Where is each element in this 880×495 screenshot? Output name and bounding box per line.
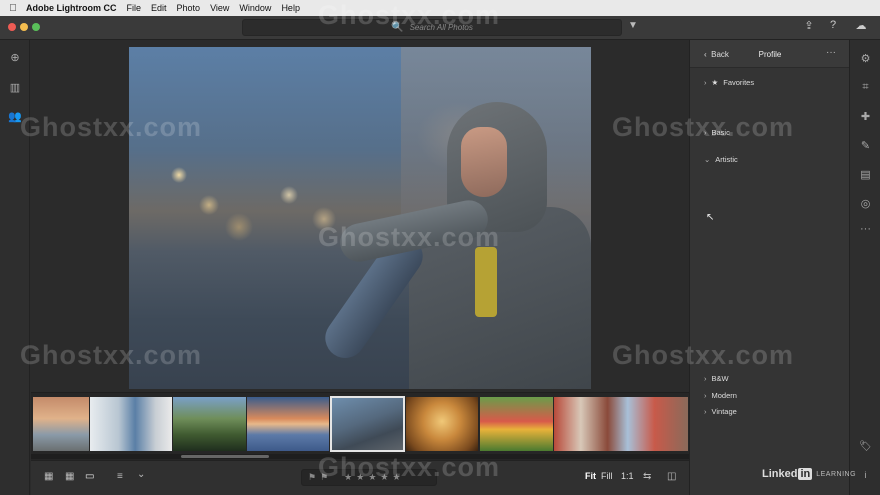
chevron-right-icon: › bbox=[704, 78, 707, 87]
sort-icon[interactable]: ≡ bbox=[117, 471, 123, 482]
tag-icon[interactable]: 🏷 bbox=[850, 441, 880, 452]
square-grid-icon[interactable]: ▦ bbox=[44, 471, 53, 482]
mouse-cursor-icon: ↖ bbox=[706, 212, 715, 223]
zoom-window-button[interactable] bbox=[32, 23, 40, 31]
library-icon[interactable]: ▥ bbox=[0, 81, 30, 94]
people-icon[interactable]: 👥 bbox=[0, 110, 30, 123]
compare-icon[interactable]: ⇆ bbox=[643, 471, 651, 482]
rating-flag-bar: ⚑ ⚑ ★ ★ ★ ★ ★ bbox=[301, 469, 437, 486]
filter-icon[interactable]: ▼ bbox=[628, 20, 638, 31]
star-rating-2[interactable]: ★ bbox=[356, 472, 364, 483]
flag-reject-icon[interactable]: ⚑ bbox=[320, 472, 328, 483]
star-rating-1[interactable]: ★ bbox=[344, 472, 352, 483]
profile-group-vintage[interactable]: › Vintage bbox=[704, 407, 737, 416]
chevron-right-icon: › bbox=[704, 407, 707, 416]
more-tools-icon[interactable]: ··· bbox=[850, 223, 880, 235]
profile-group-label: B&W bbox=[711, 374, 729, 383]
menu-window[interactable]: Window bbox=[239, 3, 271, 13]
photo-grid-icon[interactable]: ▦ bbox=[65, 471, 74, 482]
edit-sliders-icon[interactable]: ⚙ bbox=[850, 52, 880, 65]
search-placeholder: Search All Photos bbox=[409, 23, 473, 32]
chevron-right-icon: › bbox=[704, 128, 707, 137]
menu-file[interactable]: File bbox=[127, 3, 142, 13]
filmstrip-thumb[interactable] bbox=[554, 397, 688, 451]
star-icon: ★ bbox=[711, 78, 719, 87]
app-name-menu[interactable]: Adobe Lightroom CC bbox=[26, 3, 117, 13]
right-tool-rail: ⚙ ⌗ ✚ ✎ ▤ ◎ ··· 🏷 i bbox=[849, 40, 880, 495]
profile-group-label: Vintage bbox=[711, 407, 737, 416]
photo-person-face bbox=[461, 127, 507, 197]
filmstrip-thumb[interactable] bbox=[33, 397, 89, 451]
zoom-fill-button[interactable]: Fill bbox=[601, 471, 613, 481]
star-rating-5[interactable]: ★ bbox=[392, 472, 400, 483]
crop-icon[interactable]: ⌗ bbox=[850, 81, 880, 94]
flag-pick-icon[interactable]: ⚑ bbox=[308, 472, 316, 483]
brush-icon[interactable]: ✎ bbox=[850, 139, 880, 152]
before-after-icon[interactable]: ◫ bbox=[667, 471, 676, 482]
filmstrip bbox=[31, 392, 689, 460]
search-icon: 🔍 bbox=[391, 22, 404, 33]
zoom-1to1-button[interactable]: 1:1 bbox=[621, 471, 634, 481]
filmstrip-thumb[interactable] bbox=[247, 397, 329, 451]
profile-panel: ‹ Back Profile ··· › ★ Favorites › Basic… bbox=[689, 40, 850, 495]
profile-group-bw[interactable]: › B&W bbox=[704, 374, 729, 383]
macos-menubar:  Adobe Lightroom CC File Edit Photo Vie… bbox=[0, 0, 880, 16]
zoom-fit-button[interactable]: Fit bbox=[585, 471, 596, 481]
chevron-down-icon: ⌄ bbox=[704, 155, 711, 164]
linkedin-text: Linked bbox=[762, 468, 798, 480]
help-icon[interactable]: ? bbox=[825, 19, 841, 31]
main-photo[interactable] bbox=[129, 47, 591, 389]
detail-view-icon[interactable]: ▭ bbox=[85, 471, 94, 482]
profile-group-label: Modern bbox=[711, 391, 737, 400]
cloud-sync-icon[interactable]: ☁ bbox=[853, 19, 869, 32]
photo-person-scarf bbox=[475, 247, 497, 317]
filmstrip-thumb[interactable] bbox=[480, 397, 553, 451]
profile-group-favorites[interactable]: › ★ Favorites bbox=[704, 78, 754, 87]
profile-panel-header: ‹ Back Profile ··· bbox=[690, 40, 850, 68]
filmstrip-scrollbar[interactable] bbox=[31, 454, 689, 459]
star-rating-4[interactable]: ★ bbox=[380, 472, 388, 483]
chevron-right-icon: › bbox=[704, 374, 707, 383]
left-rail: ⊕ ▥ 👥 bbox=[0, 40, 30, 495]
search-input[interactable]: 🔍 Search All Photos bbox=[242, 19, 622, 36]
linkedin-learning-logo: Linked in LEARNING bbox=[762, 468, 856, 480]
filmstrip-thumb[interactable] bbox=[173, 397, 246, 451]
bottom-toolbar: ▦ ▦ ▭ ≡ ⌄ ⚑ ⚑ ★ ★ ★ ★ ★ Fit Fill 1:1 ⇆ ◫ bbox=[31, 460, 689, 495]
menu-help[interactable]: Help bbox=[281, 3, 300, 13]
learning-text: LEARNING bbox=[816, 470, 857, 478]
profile-group-label: Favorites bbox=[723, 78, 755, 87]
linkedin-in-badge: in bbox=[798, 468, 813, 480]
menu-edit[interactable]: Edit bbox=[151, 3, 167, 13]
healing-brush-icon[interactable]: ✚ bbox=[850, 110, 880, 123]
window-titlebar: 🔍 Search All Photos ▼ ⇪ ? ☁ bbox=[0, 16, 880, 40]
filmstrip-scrollbar-thumb[interactable] bbox=[181, 455, 269, 458]
filmstrip-thumb[interactable] bbox=[90, 397, 172, 451]
share-icon[interactable]: ⇪ bbox=[801, 19, 817, 32]
linear-gradient-icon[interactable]: ▤ bbox=[850, 168, 880, 181]
chevron-right-icon: › bbox=[704, 391, 707, 400]
profile-group-label: Artistic bbox=[715, 155, 738, 164]
close-window-button[interactable] bbox=[8, 23, 16, 31]
profile-group-modern[interactable]: › Modern bbox=[704, 391, 737, 400]
profile-group-artistic[interactable]: ⌄ Artistic bbox=[704, 155, 738, 164]
minimize-window-button[interactable] bbox=[20, 23, 28, 31]
photo-canvas bbox=[31, 40, 689, 392]
star-rating-3[interactable]: ★ bbox=[368, 472, 376, 483]
filmstrip-thumb[interactable] bbox=[406, 397, 478, 451]
menu-view[interactable]: View bbox=[210, 3, 229, 13]
apple-icon[interactable]:  bbox=[0, 3, 26, 14]
filmstrip-thumb-selected[interactable] bbox=[330, 396, 405, 452]
profile-group-label: Basic bbox=[711, 128, 730, 137]
more-options-icon[interactable]: ··· bbox=[826, 47, 836, 58]
profile-group-basic[interactable]: › Basic bbox=[704, 128, 730, 137]
menu-photo[interactable]: Photo bbox=[177, 3, 201, 13]
add-photos-icon[interactable]: ⊕ bbox=[0, 51, 30, 64]
radial-gradient-icon[interactable]: ◎ bbox=[850, 197, 880, 210]
sort-chevron-icon[interactable]: ⌄ bbox=[137, 469, 145, 480]
